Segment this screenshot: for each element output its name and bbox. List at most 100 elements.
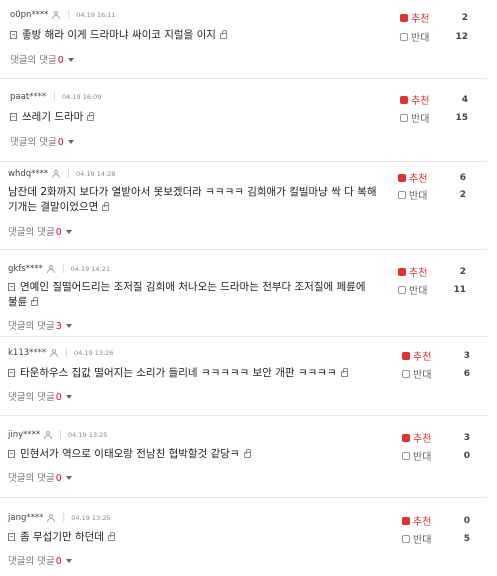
- caret-down-icon: [65, 395, 72, 399]
- comment-meta: jang**** | 04.19 13:25: [8, 513, 111, 523]
- person-icon: [44, 431, 53, 439]
- comment-item: jiny**** | 04.19 13:25 민현서가 역으로 이태오랑 전남친…: [0, 416, 487, 498]
- oppose-label: 반대: [413, 370, 432, 381]
- recommend-button[interactable]: 추천 0: [402, 513, 482, 528]
- thumbs-up-icon: [400, 13, 408, 22]
- recommend-button[interactable]: 추천 2: [398, 264, 478, 279]
- comment-text-body: 쓰레기 드라마: [22, 111, 84, 123]
- username[interactable]: gkfs****: [8, 264, 43, 274]
- recommend-button[interactable]: 추천 3: [402, 348, 482, 363]
- recommend-button[interactable]: 추천 2: [400, 10, 480, 25]
- recommend-label: 추천: [411, 96, 430, 107]
- recommend-count: 3: [463, 350, 470, 361]
- recommend-count: 6: [459, 172, 466, 183]
- thumbs-down-icon: [402, 451, 410, 460]
- comment-text: 남잔데 2화까지 보다가 열받아서 못보겠더라 ㅋㅋㅋㅋ 김희애가 킬빌마냥 싹…: [8, 185, 378, 215]
- comment-item: jang**** | 04.19 13:25 좀 무섭기만 하던데 댓글의 댓글…: [0, 498, 487, 576]
- lock-icon: [102, 202, 110, 211]
- lock-icon: [219, 30, 227, 39]
- caret-down-icon: [65, 559, 72, 563]
- thumbs-down-icon: [398, 190, 406, 199]
- document-icon: [8, 369, 15, 377]
- comment-text: 타운하우스 집값 떨어지는 소리가 들리네 ㅋㅋㅋㅋㅋ 보안 개판 ㅋㅋㅋㅋ: [8, 366, 378, 381]
- comment-date: 04.19 13:25: [71, 514, 111, 522]
- comment-text: 민현서가 역으로 이태오랑 전남친 협박할것 같당ㅋ: [8, 447, 378, 462]
- divider: |: [59, 430, 63, 440]
- comment-date: 04.19 13:26: [74, 349, 114, 357]
- comment-date: 04.19 16:09: [62, 93, 102, 101]
- reply-toggle[interactable]: 댓글의 댓글0: [10, 134, 74, 148]
- oppose-count: 2: [459, 189, 466, 200]
- lock-icon: [31, 297, 39, 306]
- username[interactable]: jiny****: [8, 430, 40, 440]
- divider: |: [67, 169, 71, 179]
- recommend-label: 추천: [413, 517, 432, 528]
- thumbs-up-icon: [398, 267, 406, 276]
- oppose-button[interactable]: 반대 5: [402, 531, 482, 546]
- comment-meta: k113**** | 04.19 13:26: [8, 348, 113, 358]
- oppose-button[interactable]: 반대 0: [402, 448, 482, 463]
- oppose-count: 11: [453, 284, 466, 295]
- comment-text-body: 남잔데 2화까지 보다가 열받아서 못보겠더라 ㅋㅋㅋㅋ 김희애가 킬빌마냥 싹…: [8, 186, 377, 213]
- comment-text-body: 민현서가 역으로 이태오랑 전남친 협박할것 같당ㅋ: [20, 448, 240, 460]
- reply-label: 댓글의 댓글: [8, 473, 55, 484]
- reply-count: 0: [55, 556, 62, 567]
- oppose-count: 6: [463, 368, 470, 379]
- username[interactable]: k113****: [8, 348, 46, 358]
- reply-toggle[interactable]: 댓글의 댓글3: [8, 318, 72, 332]
- person-icon: [47, 514, 56, 522]
- document-icon: [8, 450, 15, 458]
- oppose-button[interactable]: 반대 6: [402, 366, 482, 381]
- reply-label: 댓글의 댓글: [10, 55, 57, 66]
- recommend-count: 2: [461, 12, 468, 23]
- recommend-count: 4: [461, 94, 468, 105]
- oppose-button[interactable]: 반대 11: [398, 282, 478, 297]
- username[interactable]: jang****: [8, 513, 43, 523]
- username[interactable]: paat****: [10, 92, 46, 102]
- comment-text: 좋방 해라 이게 드라마냐 싸이코 지럴을 이지: [10, 28, 380, 43]
- lock-icon: [340, 368, 348, 377]
- lock-icon: [243, 449, 251, 458]
- comment-text: 연예인 질떨어드리는 조저질 김희애 처나오는 드라마는 전부다 조저질에 페륜…: [8, 280, 378, 310]
- comment-item: gkfs**** | 04.19 14:21 연예인 질떨어드리는 조저질 김희…: [0, 250, 487, 336]
- thumbs-up-icon: [400, 95, 408, 104]
- oppose-count: 0: [463, 450, 470, 461]
- comment-item: k113**** | 04.19 13:26 타운하우스 집값 떨어지는 소리가…: [0, 337, 487, 415]
- lock-icon: [107, 532, 115, 541]
- recommend-label: 추천: [409, 268, 428, 279]
- reply-toggle[interactable]: 댓글의 댓글0: [8, 553, 72, 567]
- recommend-button[interactable]: 추천 3: [402, 430, 482, 445]
- oppose-button[interactable]: 반대 15: [400, 110, 480, 125]
- reply-toggle[interactable]: 댓글의 댓글0: [8, 470, 72, 484]
- recommend-button[interactable]: 추천 4: [400, 92, 480, 107]
- oppose-button[interactable]: 반대 12: [400, 29, 480, 44]
- comment-text-body: 타운하우스 집값 떨어지는 소리가 들리네 ㅋㅋㅋㅋㅋ 보안 개판 ㅋㅋㅋㅋ: [20, 367, 337, 379]
- comment-text: 좀 무섭기만 하던데: [8, 530, 378, 545]
- oppose-count: 5: [463, 533, 470, 544]
- username[interactable]: whdq****: [8, 169, 48, 179]
- thumbs-up-icon: [398, 173, 406, 182]
- recommend-count: 2: [459, 266, 466, 277]
- lock-icon: [87, 112, 95, 121]
- reply-toggle[interactable]: 댓글의 댓글0: [8, 389, 72, 403]
- reply-label: 댓글의 댓글: [8, 392, 55, 403]
- thumbs-up-icon: [402, 433, 410, 442]
- caret-down-icon: [67, 58, 74, 62]
- comment-meta: jiny**** | 04.19 13:25: [8, 430, 107, 440]
- comment-meta: o0pn**** | 04.19 16:11: [10, 10, 116, 20]
- comment-meta: gkfs**** | 04.19 14:21: [8, 264, 110, 274]
- reply-count: 3: [55, 321, 62, 332]
- thumbs-down-icon: [400, 32, 408, 41]
- comment-text-body: 좋방 해라 이게 드라마냐 싸이코 지럴을 이지: [22, 29, 216, 41]
- reply-label: 댓글의 댓글: [10, 137, 57, 148]
- reply-toggle[interactable]: 댓글의 댓글0: [10, 52, 74, 66]
- comment-text-body: 좀 무섭기만 하던데: [20, 531, 104, 543]
- recommend-button[interactable]: 추천 6: [398, 170, 478, 185]
- person-icon: [52, 11, 61, 19]
- oppose-button[interactable]: 반대 2: [398, 187, 478, 202]
- thumbs-down-icon: [402, 534, 410, 543]
- comment-date: 04.19 14:21: [70, 265, 111, 273]
- username[interactable]: o0pn****: [10, 10, 48, 20]
- reply-toggle[interactable]: 댓글의 댓글0: [8, 224, 72, 238]
- oppose-label: 반대: [409, 286, 428, 297]
